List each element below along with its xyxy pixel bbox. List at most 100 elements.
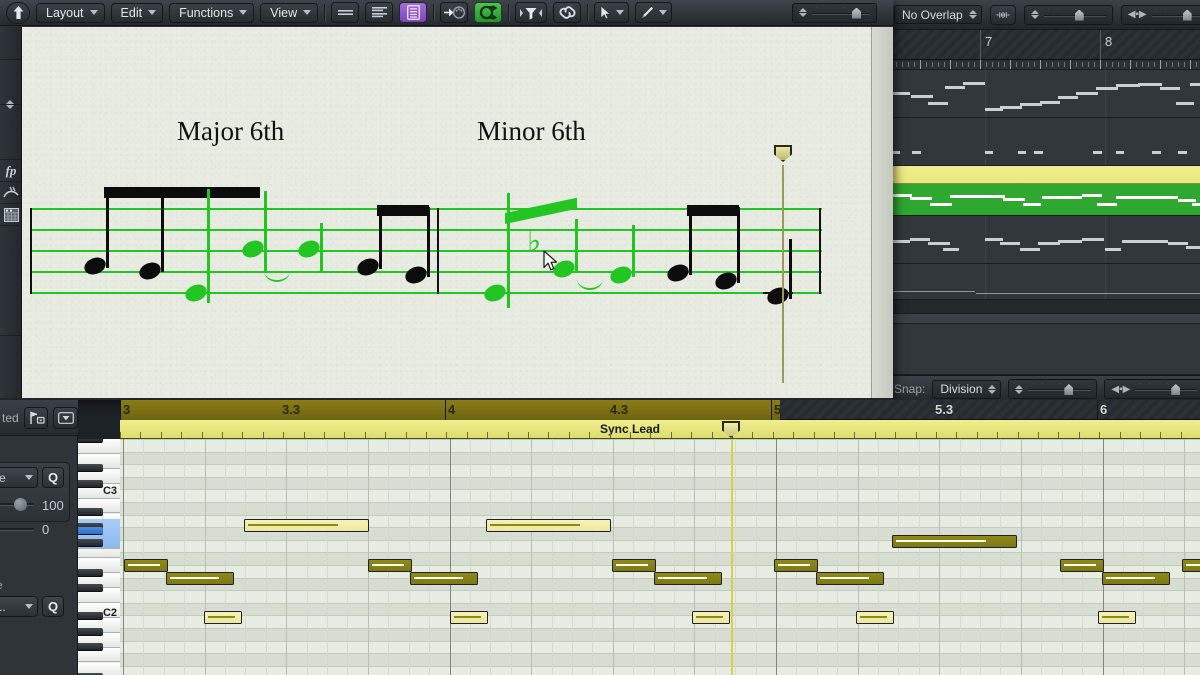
black-key-highlighted[interactable] — [78, 527, 103, 535]
notehead[interactable] — [765, 284, 791, 307]
multi-line-view-button[interactable] — [365, 2, 393, 23]
midi-note[interactable] — [166, 572, 234, 585]
menu-view[interactable]: View — [260, 3, 318, 23]
quantize-q-button[interactable]: Q — [42, 467, 64, 488]
background-lane[interactable] — [890, 118, 1200, 166]
link-button[interactable] — [553, 2, 581, 23]
horizontal-zoom-slider[interactable]: ◀▪▶ · · · — [1121, 5, 1200, 25]
midi-note[interactable] — [654, 572, 722, 585]
menu-layout[interactable]: Layout — [36, 3, 105, 23]
score-zoom-slider[interactable]: · · · — [792, 3, 877, 23]
black-key[interactable] — [78, 612, 103, 620]
note-stem — [379, 207, 382, 269]
flat-accidental[interactable]: ♭ — [527, 227, 541, 257]
black-key[interactable] — [78, 569, 103, 577]
background-lane[interactable] — [890, 216, 1200, 264]
black-key[interactable] — [78, 508, 103, 516]
scale-q-button[interactable]: Q — [42, 596, 64, 617]
midi-note[interactable] — [816, 572, 884, 585]
score-canvas[interactable]: Major 6th Minor 6th — [22, 27, 871, 398]
midi-note[interactable] — [1098, 611, 1136, 624]
background-selected-region-header[interactable] — [890, 166, 1200, 184]
menu-edit[interactable]: Edit — [111, 3, 164, 23]
background-lane-selected[interactable] — [890, 184, 1200, 216]
background-lane[interactable] — [890, 300, 1200, 314]
midi-note[interactable] — [368, 559, 412, 572]
score-part-box[interactable]: fp — [0, 27, 22, 398]
midi-note[interactable] — [612, 559, 656, 572]
vertical-zoom-slider[interactable]: · · · — [1008, 379, 1097, 399]
notehead[interactable] — [137, 259, 163, 282]
midi-in-button[interactable] — [440, 2, 468, 23]
midi-note[interactable] — [204, 611, 242, 624]
partbox-grid[interactable] — [0, 204, 22, 226]
background-ruler[interactable]: 7 8 — [890, 30, 1200, 60]
pencil-tool-button[interactable] — [635, 2, 672, 23]
black-key[interactable] — [78, 480, 103, 488]
midi-note[interactable] — [1060, 559, 1104, 572]
hierarchy-up-button[interactable] — [6, 2, 30, 24]
midi-note[interactable] — [450, 611, 488, 624]
vertical-scroll-arrows[interactable] — [0, 87, 20, 121]
piano-roll-editor: ted — [0, 400, 1200, 675]
black-key[interactable] — [78, 539, 103, 547]
midi-note[interactable] — [124, 559, 168, 572]
midi-note[interactable] — [1182, 559, 1200, 572]
notehead[interactable] — [82, 254, 108, 277]
piano-keyboard[interactable]: C3C2 — [78, 439, 120, 675]
vertical-zoom-slider[interactable]: · · · — [1024, 5, 1113, 25]
notehead-selected[interactable] — [296, 237, 322, 260]
notehead-selected[interactable] — [240, 237, 266, 260]
midi-note[interactable] — [692, 611, 730, 624]
swing-slider[interactable] — [0, 528, 34, 531]
snap-popup[interactable]: Division — [932, 380, 1001, 399]
filter-button[interactable] — [515, 2, 547, 23]
score-playhead[interactable] — [782, 165, 784, 383]
notehead-selected[interactable] — [608, 263, 634, 286]
midi-note[interactable] — [486, 519, 611, 532]
partbox-dynamics[interactable]: fp — [0, 160, 22, 182]
midi-note[interactable] — [774, 559, 818, 572]
overlap-mode-popup[interactable]: No Overlap — [894, 5, 982, 24]
midi-note[interactable] — [244, 519, 369, 532]
midi-note[interactable] — [892, 535, 1017, 548]
menu-functions[interactable]: Functions — [169, 3, 254, 23]
notehead[interactable] — [355, 255, 381, 278]
page-view-button[interactable] — [399, 2, 427, 23]
annotation-minor-6th[interactable]: Minor 6th — [477, 116, 586, 147]
notehead[interactable] — [665, 261, 691, 284]
background-lane[interactable] — [890, 314, 1200, 324]
midi-note[interactable] — [1102, 572, 1170, 585]
midi-draw-button[interactable] — [24, 407, 49, 429]
piano-roll-ruler[interactable]: 33.344.355.36 — [120, 400, 1200, 420]
background-lane[interactable] — [890, 264, 1200, 300]
score-playhead-flag[interactable] — [774, 145, 792, 162]
piano-roll-playhead[interactable] — [731, 439, 733, 675]
pointer-tool-button[interactable] — [594, 2, 629, 23]
waveform-button[interactable] — [990, 5, 1016, 25]
linear-view-button[interactable] — [331, 2, 359, 23]
background-lane[interactable] — [890, 70, 1200, 118]
grid-division-line — [286, 439, 287, 675]
strength-knob[interactable] — [14, 498, 27, 511]
view-menu-button[interactable] — [53, 407, 78, 429]
midi-note[interactable] — [856, 611, 894, 624]
black-key[interactable] — [78, 464, 103, 472]
midi-cycle-button[interactable] — [474, 2, 502, 23]
piano-roll-grid[interactable] — [120, 439, 1200, 675]
background-lane[interactable] — [890, 324, 1200, 375]
grid-division-line — [613, 439, 614, 675]
quantize-popup[interactable]: e — [0, 467, 38, 488]
black-key[interactable] — [78, 439, 103, 443]
black-key[interactable] — [78, 628, 103, 636]
scale-quantize-popup[interactable]: .. — [0, 596, 38, 617]
annotation-major-6th[interactable]: Major 6th — [177, 116, 284, 147]
black-key[interactable] — [78, 643, 103, 651]
midi-note[interactable] — [410, 572, 478, 585]
region-header-bar[interactable]: Sync Lead — [120, 420, 1200, 439]
horizontal-zoom-slider[interactable]: ◀▪▶ · · · — [1104, 379, 1200, 399]
black-key[interactable] — [78, 584, 103, 592]
grid-division-line — [307, 439, 308, 675]
notehead[interactable] — [403, 263, 429, 286]
partbox-slur[interactable] — [0, 182, 22, 204]
